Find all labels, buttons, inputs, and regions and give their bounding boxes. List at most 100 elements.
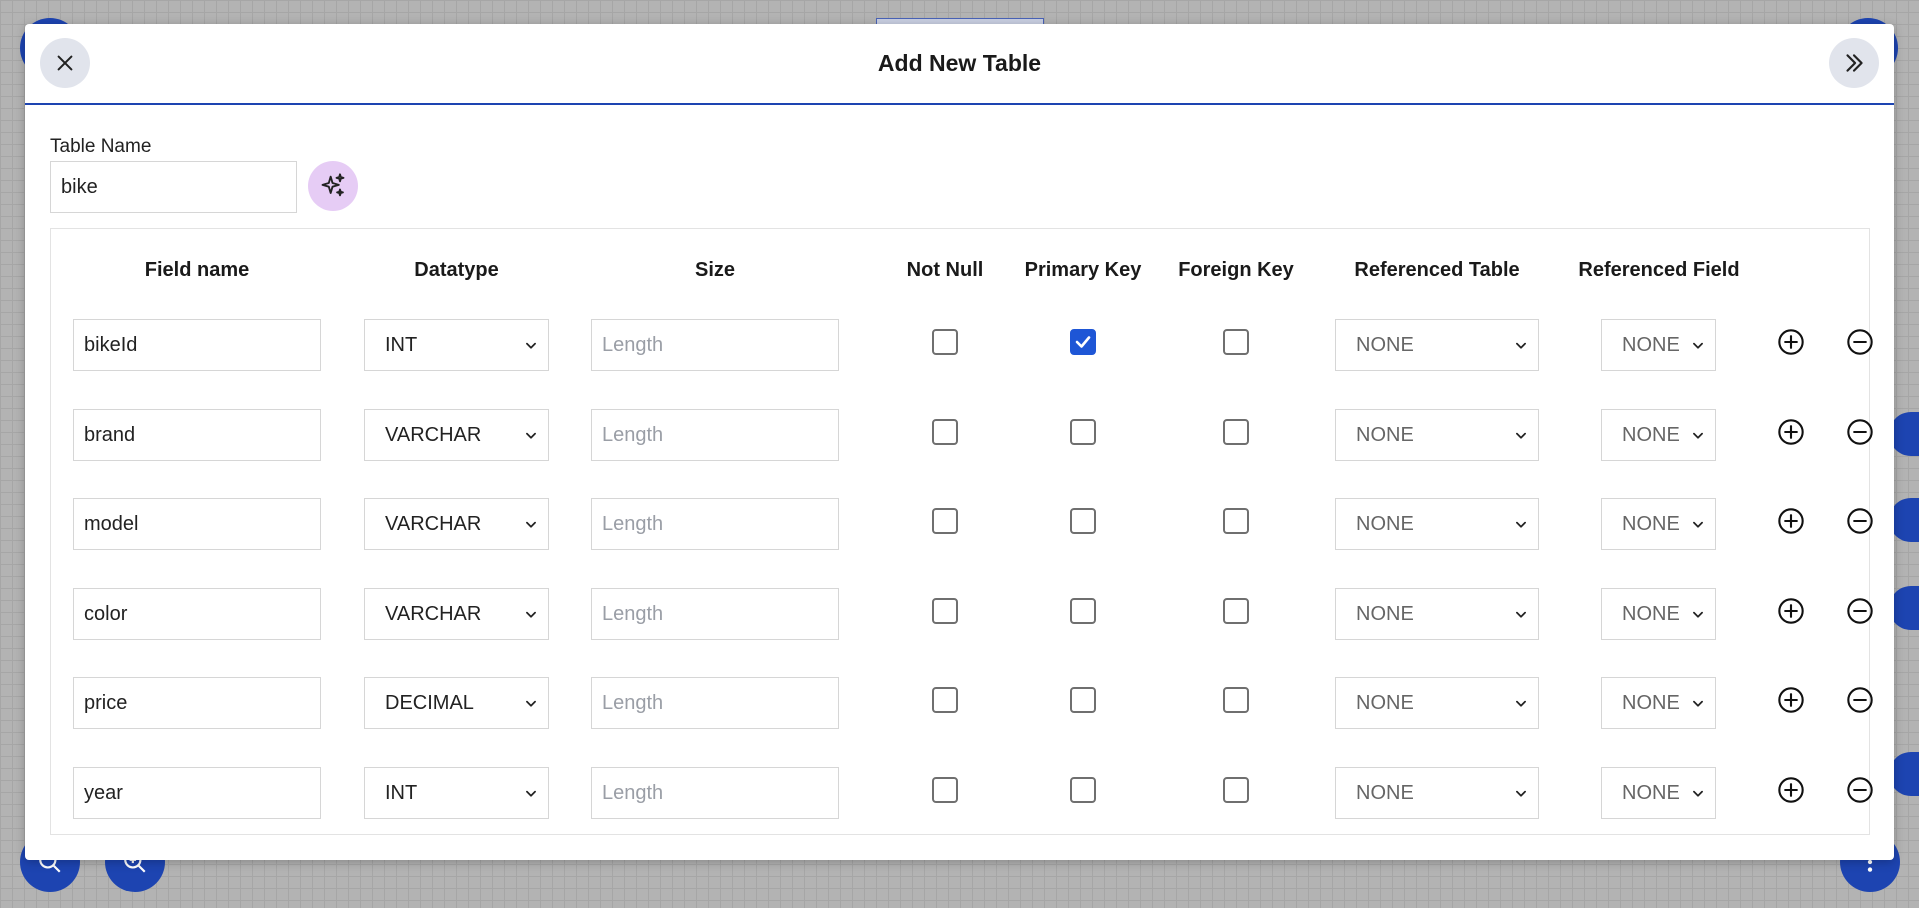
referenced-table-value: NONE — [1356, 602, 1414, 625]
plus-circle-icon[interactable] — [1777, 686, 1805, 714]
field-name-input[interactable] — [73, 319, 321, 371]
referenced-table-select[interactable]: NONE — [1335, 319, 1539, 371]
referenced-field-select[interactable]: NONE — [1601, 409, 1716, 461]
referenced-table-select[interactable]: NONE — [1335, 767, 1539, 819]
foreign-key-checkbox[interactable] — [1223, 687, 1249, 713]
foreign-key-checkbox[interactable] — [1223, 329, 1249, 355]
not-null-checkbox[interactable] — [932, 777, 958, 803]
referenced-table-value: NONE — [1356, 781, 1414, 804]
add-table-modal: Add New Table Table Name Field name Data… — [25, 24, 1894, 860]
field-name-input[interactable] — [73, 588, 321, 640]
column-header-datatype: Datatype — [414, 259, 499, 281]
referenced-table-value: NONE — [1356, 512, 1414, 535]
column-header-referenced-field: Referenced Field — [1578, 259, 1740, 281]
chevron-down-icon — [526, 790, 536, 797]
referenced-field-value: NONE — [1622, 602, 1680, 625]
minus-circle-icon[interactable] — [1846, 686, 1874, 714]
datatype-select[interactable]: INT — [364, 767, 549, 819]
referenced-field-select[interactable]: NONE — [1601, 677, 1716, 729]
minus-circle-icon[interactable] — [1846, 507, 1874, 535]
column-header-foreign-key: Foreign Key — [1178, 259, 1294, 281]
table-name-input[interactable] — [50, 161, 297, 213]
not-null-checkbox[interactable] — [932, 329, 958, 355]
referenced-table-value: NONE — [1356, 691, 1414, 714]
chevron-down-icon — [526, 700, 536, 707]
not-null-checkbox[interactable] — [932, 687, 958, 713]
size-input[interactable] — [591, 588, 839, 640]
referenced-field-value: NONE — [1622, 512, 1680, 535]
primary-key-checkbox[interactable] — [1070, 329, 1096, 355]
chevron-down-icon — [1693, 432, 1703, 439]
referenced-field-value: NONE — [1622, 333, 1680, 356]
ai-generate-button[interactable] — [308, 161, 358, 211]
chevron-down-icon — [526, 432, 536, 439]
plus-circle-icon[interactable] — [1777, 507, 1805, 535]
check-icon — [1075, 336, 1091, 348]
size-input[interactable] — [591, 677, 839, 729]
modal-header: Add New Table — [25, 24, 1894, 105]
chevron-down-icon — [1516, 790, 1526, 797]
field-name-input[interactable] — [73, 767, 321, 819]
primary-key-checkbox[interactable] — [1070, 777, 1096, 803]
foreign-key-checkbox[interactable] — [1223, 777, 1249, 803]
foreign-key-checkbox[interactable] — [1223, 598, 1249, 624]
datatype-value: VARCHAR — [385, 512, 482, 535]
referenced-field-select[interactable]: NONE — [1601, 588, 1716, 640]
sparkles-icon — [321, 173, 345, 197]
size-input[interactable] — [591, 409, 839, 461]
plus-circle-icon[interactable] — [1777, 597, 1805, 625]
datatype-select[interactable]: VARCHAR — [364, 409, 549, 461]
table-name-label: Table Name — [50, 136, 152, 157]
size-input[interactable] — [591, 767, 839, 819]
not-null-checkbox[interactable] — [932, 508, 958, 534]
minus-circle-icon[interactable] — [1846, 418, 1874, 446]
referenced-field-select[interactable]: NONE — [1601, 498, 1716, 550]
referenced-table-select[interactable]: NONE — [1335, 588, 1539, 640]
field-name-input[interactable] — [73, 498, 321, 550]
referenced-table-select[interactable]: NONE — [1335, 677, 1539, 729]
modal-title: Add New Table — [877, 50, 1042, 76]
referenced-field-value: NONE — [1622, 423, 1680, 446]
datatype-select[interactable]: DECIMAL — [364, 677, 549, 729]
datatype-value: INT — [385, 781, 418, 804]
datatype-value: INT — [385, 333, 418, 356]
not-null-checkbox[interactable] — [932, 598, 958, 624]
double-chevron-right-icon — [1846, 54, 1863, 72]
datatype-select[interactable]: VARCHAR — [364, 498, 549, 550]
datatype-select[interactable]: INT — [364, 319, 549, 371]
primary-key-checkbox[interactable] — [1070, 687, 1096, 713]
plus-circle-icon[interactable] — [1777, 328, 1805, 356]
field-name-input[interactable] — [73, 409, 321, 461]
referenced-table-select[interactable]: NONE — [1335, 409, 1539, 461]
primary-key-checkbox[interactable] — [1070, 419, 1096, 445]
chevron-down-icon — [1516, 342, 1526, 349]
datatype-select[interactable]: VARCHAR — [364, 588, 549, 640]
size-input[interactable] — [591, 319, 839, 371]
expand-button[interactable] — [1829, 38, 1879, 88]
plus-circle-icon[interactable] — [1777, 776, 1805, 804]
referenced-field-select[interactable]: NONE — [1601, 319, 1716, 371]
not-null-checkbox[interactable] — [932, 419, 958, 445]
referenced-table-value: NONE — [1356, 333, 1414, 356]
minus-circle-icon[interactable] — [1846, 776, 1874, 804]
table-row: INT NONE NONE — [51, 767, 1873, 819]
datatype-value: DECIMAL — [385, 691, 474, 714]
plus-circle-icon[interactable] — [1777, 418, 1805, 446]
foreign-key-checkbox[interactable] — [1223, 419, 1249, 445]
chevron-down-icon — [1516, 521, 1526, 528]
close-button[interactable] — [40, 38, 90, 88]
chevron-down-icon — [526, 342, 536, 349]
minus-circle-icon[interactable] — [1846, 328, 1874, 356]
chevron-down-icon — [1693, 521, 1703, 528]
minus-circle-icon[interactable] — [1846, 597, 1874, 625]
foreign-key-checkbox[interactable] — [1223, 508, 1249, 534]
primary-key-checkbox[interactable] — [1070, 508, 1096, 534]
column-header-primary-key: Primary Key — [1024, 259, 1142, 281]
primary-key-checkbox[interactable] — [1070, 598, 1096, 624]
referenced-table-select[interactable]: NONE — [1335, 498, 1539, 550]
field-name-input[interactable] — [73, 677, 321, 729]
chevron-down-icon — [1693, 790, 1703, 797]
referenced-field-select[interactable]: NONE — [1601, 767, 1716, 819]
size-input[interactable] — [591, 498, 839, 550]
column-header-field-name: Field name — [144, 259, 250, 281]
